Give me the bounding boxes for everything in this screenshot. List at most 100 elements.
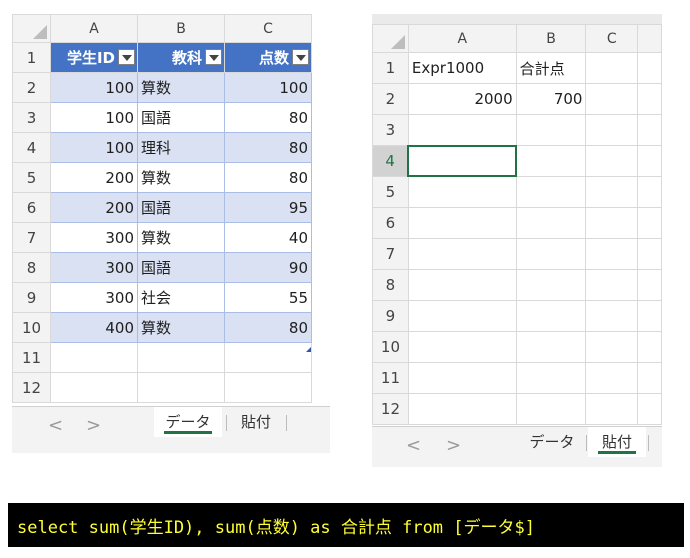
table-header-student-id[interactable]: 学生ID: [50, 42, 138, 73]
cell[interactable]: 700: [515, 83, 587, 115]
col-header-c[interactable]: C: [224, 14, 312, 43]
cell[interactable]: [137, 342, 225, 373]
row-header[interactable]: 5: [12, 162, 51, 193]
col-header-b[interactable]: B: [137, 14, 225, 43]
cell[interactable]: [515, 393, 587, 425]
row-header[interactable]: 1: [12, 42, 51, 73]
row-header[interactable]: 3: [12, 102, 51, 133]
cell[interactable]: [137, 372, 225, 403]
filter-dropdown-icon[interactable]: [292, 49, 309, 65]
cell[interactable]: [515, 207, 587, 239]
cell[interactable]: 40: [224, 222, 312, 253]
cell[interactable]: [515, 114, 587, 146]
cell[interactable]: 100: [224, 72, 312, 103]
cell[interactable]: [515, 362, 587, 394]
row-header[interactable]: 11: [12, 342, 51, 373]
cell[interactable]: [585, 176, 639, 208]
cell[interactable]: [585, 145, 639, 177]
cell[interactable]: [407, 300, 517, 332]
tab-paste[interactable]: 貼付: [228, 407, 284, 437]
cell[interactable]: Expr1000: [407, 52, 517, 84]
next-sheet-arrow-icon[interactable]: >: [86, 415, 101, 436]
cell[interactable]: 300: [50, 252, 138, 283]
row-header[interactable]: 10: [12, 312, 51, 343]
col-header-d[interactable]: [637, 24, 662, 53]
cell[interactable]: 55: [224, 282, 312, 313]
cell[interactable]: 95: [224, 192, 312, 223]
cell[interactable]: [585, 362, 639, 394]
prev-sheet-arrow-icon[interactable]: <: [406, 435, 421, 456]
cell[interactable]: [585, 238, 639, 270]
row-header[interactable]: 8: [12, 252, 51, 283]
filter-dropdown-icon[interactable]: [118, 49, 135, 65]
cell[interactable]: [515, 331, 587, 363]
cell[interactable]: [637, 269, 662, 301]
cell[interactable]: 80: [224, 312, 312, 343]
cell[interactable]: [585, 393, 639, 425]
cell[interactable]: 300: [50, 282, 138, 313]
cell[interactable]: 国語: [137, 192, 225, 223]
cell[interactable]: [637, 176, 662, 208]
cell[interactable]: 200: [50, 192, 138, 223]
cell[interactable]: [585, 269, 639, 301]
cell[interactable]: [637, 207, 662, 239]
cell[interactable]: [515, 176, 587, 208]
cell[interactable]: [407, 269, 517, 301]
cell[interactable]: [515, 145, 587, 177]
cell[interactable]: 200: [50, 162, 138, 193]
cell[interactable]: [50, 342, 138, 373]
cell[interactable]: 算数: [137, 312, 225, 343]
cell[interactable]: [637, 300, 662, 332]
tab-data[interactable]: データ: [154, 407, 222, 437]
next-sheet-arrow-icon[interactable]: >: [446, 435, 461, 456]
cell[interactable]: [585, 331, 639, 363]
cell[interactable]: 算数: [137, 162, 225, 193]
col-header-c[interactable]: C: [585, 24, 639, 53]
cell[interactable]: 国語: [137, 102, 225, 133]
cell[interactable]: [407, 362, 517, 394]
cell[interactable]: [515, 269, 587, 301]
row-header-selected[interactable]: 4: [372, 145, 410, 177]
cell[interactable]: 合計点: [515, 52, 587, 84]
cell[interactable]: 400: [50, 312, 138, 343]
row-header[interactable]: 4: [12, 132, 51, 163]
select-all-corner[interactable]: [372, 24, 409, 53]
col-header-a[interactable]: A: [407, 24, 517, 53]
cell[interactable]: [224, 372, 312, 403]
select-all-corner[interactable]: [12, 14, 51, 43]
row-header[interactable]: 7: [12, 222, 51, 253]
cell[interactable]: [407, 238, 517, 270]
row-header[interactable]: 6: [372, 207, 409, 239]
cell[interactable]: 300: [50, 222, 138, 253]
cell[interactable]: [637, 114, 662, 146]
table-header-score[interactable]: 点数: [224, 42, 312, 73]
row-header[interactable]: 2: [372, 83, 409, 115]
cell[interactable]: 100: [50, 102, 138, 133]
row-header[interactable]: 8: [372, 269, 409, 301]
cell[interactable]: 80: [224, 162, 312, 193]
cell[interactable]: [515, 300, 587, 332]
cell[interactable]: [637, 145, 662, 177]
cell[interactable]: [407, 393, 517, 425]
row-header[interactable]: 1: [372, 52, 409, 84]
row-header[interactable]: 11: [372, 362, 409, 394]
cell[interactable]: [224, 342, 312, 373]
row-header[interactable]: 5: [372, 176, 409, 208]
row-header[interactable]: 12: [12, 372, 51, 403]
filter-dropdown-icon[interactable]: [205, 49, 222, 65]
col-header-b[interactable]: B: [515, 24, 587, 53]
cell[interactable]: [585, 52, 639, 84]
row-header[interactable]: 9: [372, 300, 409, 332]
cell[interactable]: [637, 393, 662, 425]
cell[interactable]: 100: [50, 72, 138, 103]
cell[interactable]: [407, 176, 517, 208]
row-header[interactable]: 12: [372, 393, 409, 425]
col-header-a[interactable]: A: [50, 14, 138, 43]
tab-data[interactable]: データ: [520, 427, 584, 457]
table-header-subject[interactable]: 教科: [137, 42, 225, 73]
cell[interactable]: [637, 362, 662, 394]
cell[interactable]: [585, 300, 639, 332]
cell[interactable]: 80: [224, 102, 312, 133]
cell[interactable]: 80: [224, 132, 312, 163]
cell[interactable]: [515, 238, 587, 270]
